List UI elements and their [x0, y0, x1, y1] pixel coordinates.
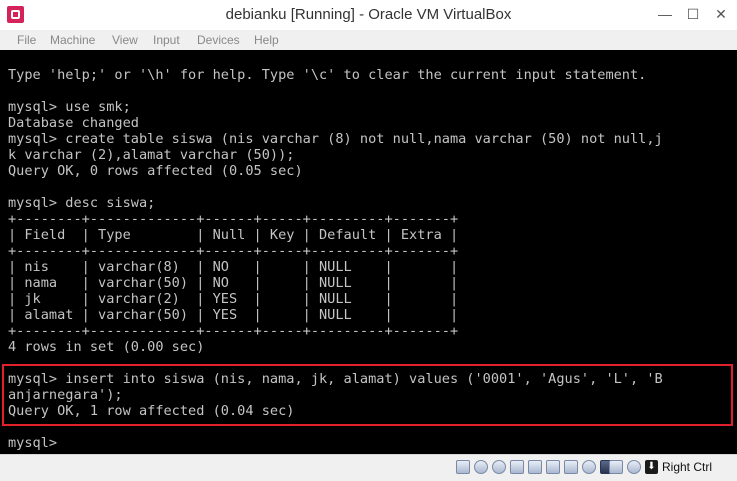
mouse-integration-icon[interactable] — [627, 460, 641, 474]
window-title: debianku [Running] - Oracle VM VirtualBo… — [225, 6, 512, 23]
terminal-line: mysql> use smk; — [8, 99, 131, 115]
display-icon[interactable] — [564, 460, 578, 474]
video-capture-icon[interactable] — [582, 460, 596, 474]
shared-folders-icon[interactable] — [546, 460, 560, 474]
terminal-line: Database changed — [8, 115, 139, 131]
hard-disk-icon[interactable] — [456, 460, 470, 474]
menu-file[interactable]: File — [17, 33, 36, 47]
network-icon[interactable] — [510, 460, 524, 474]
terminal-line: Type 'help;' or '\h' for help. Type '\c'… — [8, 67, 647, 83]
minimize-button[interactable]: — — [651, 0, 679, 30]
host-key-arrow-icon: ⬇ — [645, 460, 658, 474]
maximize-button[interactable]: ☐ — [679, 0, 707, 30]
menu-help[interactable]: Help — [254, 33, 279, 47]
title-bar[interactable]: debianku [Running] - Oracle VM VirtualBo… — [0, 0, 737, 31]
terminal-line: mysql> desc siswa; — [8, 195, 156, 211]
table-row: | jk | varchar(2) | YES | | NULL | | — [8, 291, 459, 307]
menu-input[interactable]: Input — [153, 33, 180, 47]
table-row: | nis | varchar(8) | NO | | NULL | | — [8, 259, 459, 275]
cpu-icon[interactable] — [609, 460, 623, 474]
table-row: | alamat | varchar(50) | YES | | NULL | … — [8, 307, 459, 323]
menu-machine[interactable]: Machine — [50, 33, 95, 47]
terminal-prompt: mysql> — [8, 435, 66, 451]
terminal-line: mysql> insert into siswa (nis, nama, jk,… — [8, 371, 663, 387]
close-button[interactable]: ✕ — [707, 0, 735, 30]
menu-devices[interactable]: Devices — [197, 33, 240, 47]
table-border-line: +--------+-------------+------+-----+---… — [8, 211, 459, 227]
menu-view[interactable]: View — [112, 33, 138, 47]
terminal-line: 4 rows in set (0.00 sec) — [8, 339, 205, 355]
table-header-row: | Field | Type | Null | Key | Default | … — [8, 227, 459, 243]
host-key-label: Right Ctrl — [662, 460, 713, 474]
terminal-line: Query OK, 1 row affected (0.04 sec) — [8, 403, 295, 419]
terminal-line: mysql> create table siswa (nis varchar (… — [8, 131, 663, 147]
terminal-line: k varchar (2),alamat varchar (50)); — [8, 147, 295, 163]
optical-disk-icon[interactable] — [474, 460, 488, 474]
usb-icon[interactable] — [528, 460, 542, 474]
table-row: | nama | varchar(50) | NO | | NULL | | — [8, 275, 459, 291]
menu-bar: File Machine View Input Devices Help — [0, 30, 737, 50]
vm-console[interactable]: Type 'help;' or '\h' for help. Type '\c'… — [0, 50, 737, 454]
table-border-line: +--------+-------------+------+-----+---… — [8, 243, 459, 259]
status-bar: ⬇ Right Ctrl — [0, 454, 737, 481]
terminal-line: anjarnegara'); — [8, 387, 123, 403]
audio-icon[interactable] — [492, 460, 506, 474]
terminal-line: Query OK, 0 rows affected (0.05 sec) — [8, 163, 303, 179]
table-border-line: +--------+-------------+------+-----+---… — [8, 323, 459, 339]
